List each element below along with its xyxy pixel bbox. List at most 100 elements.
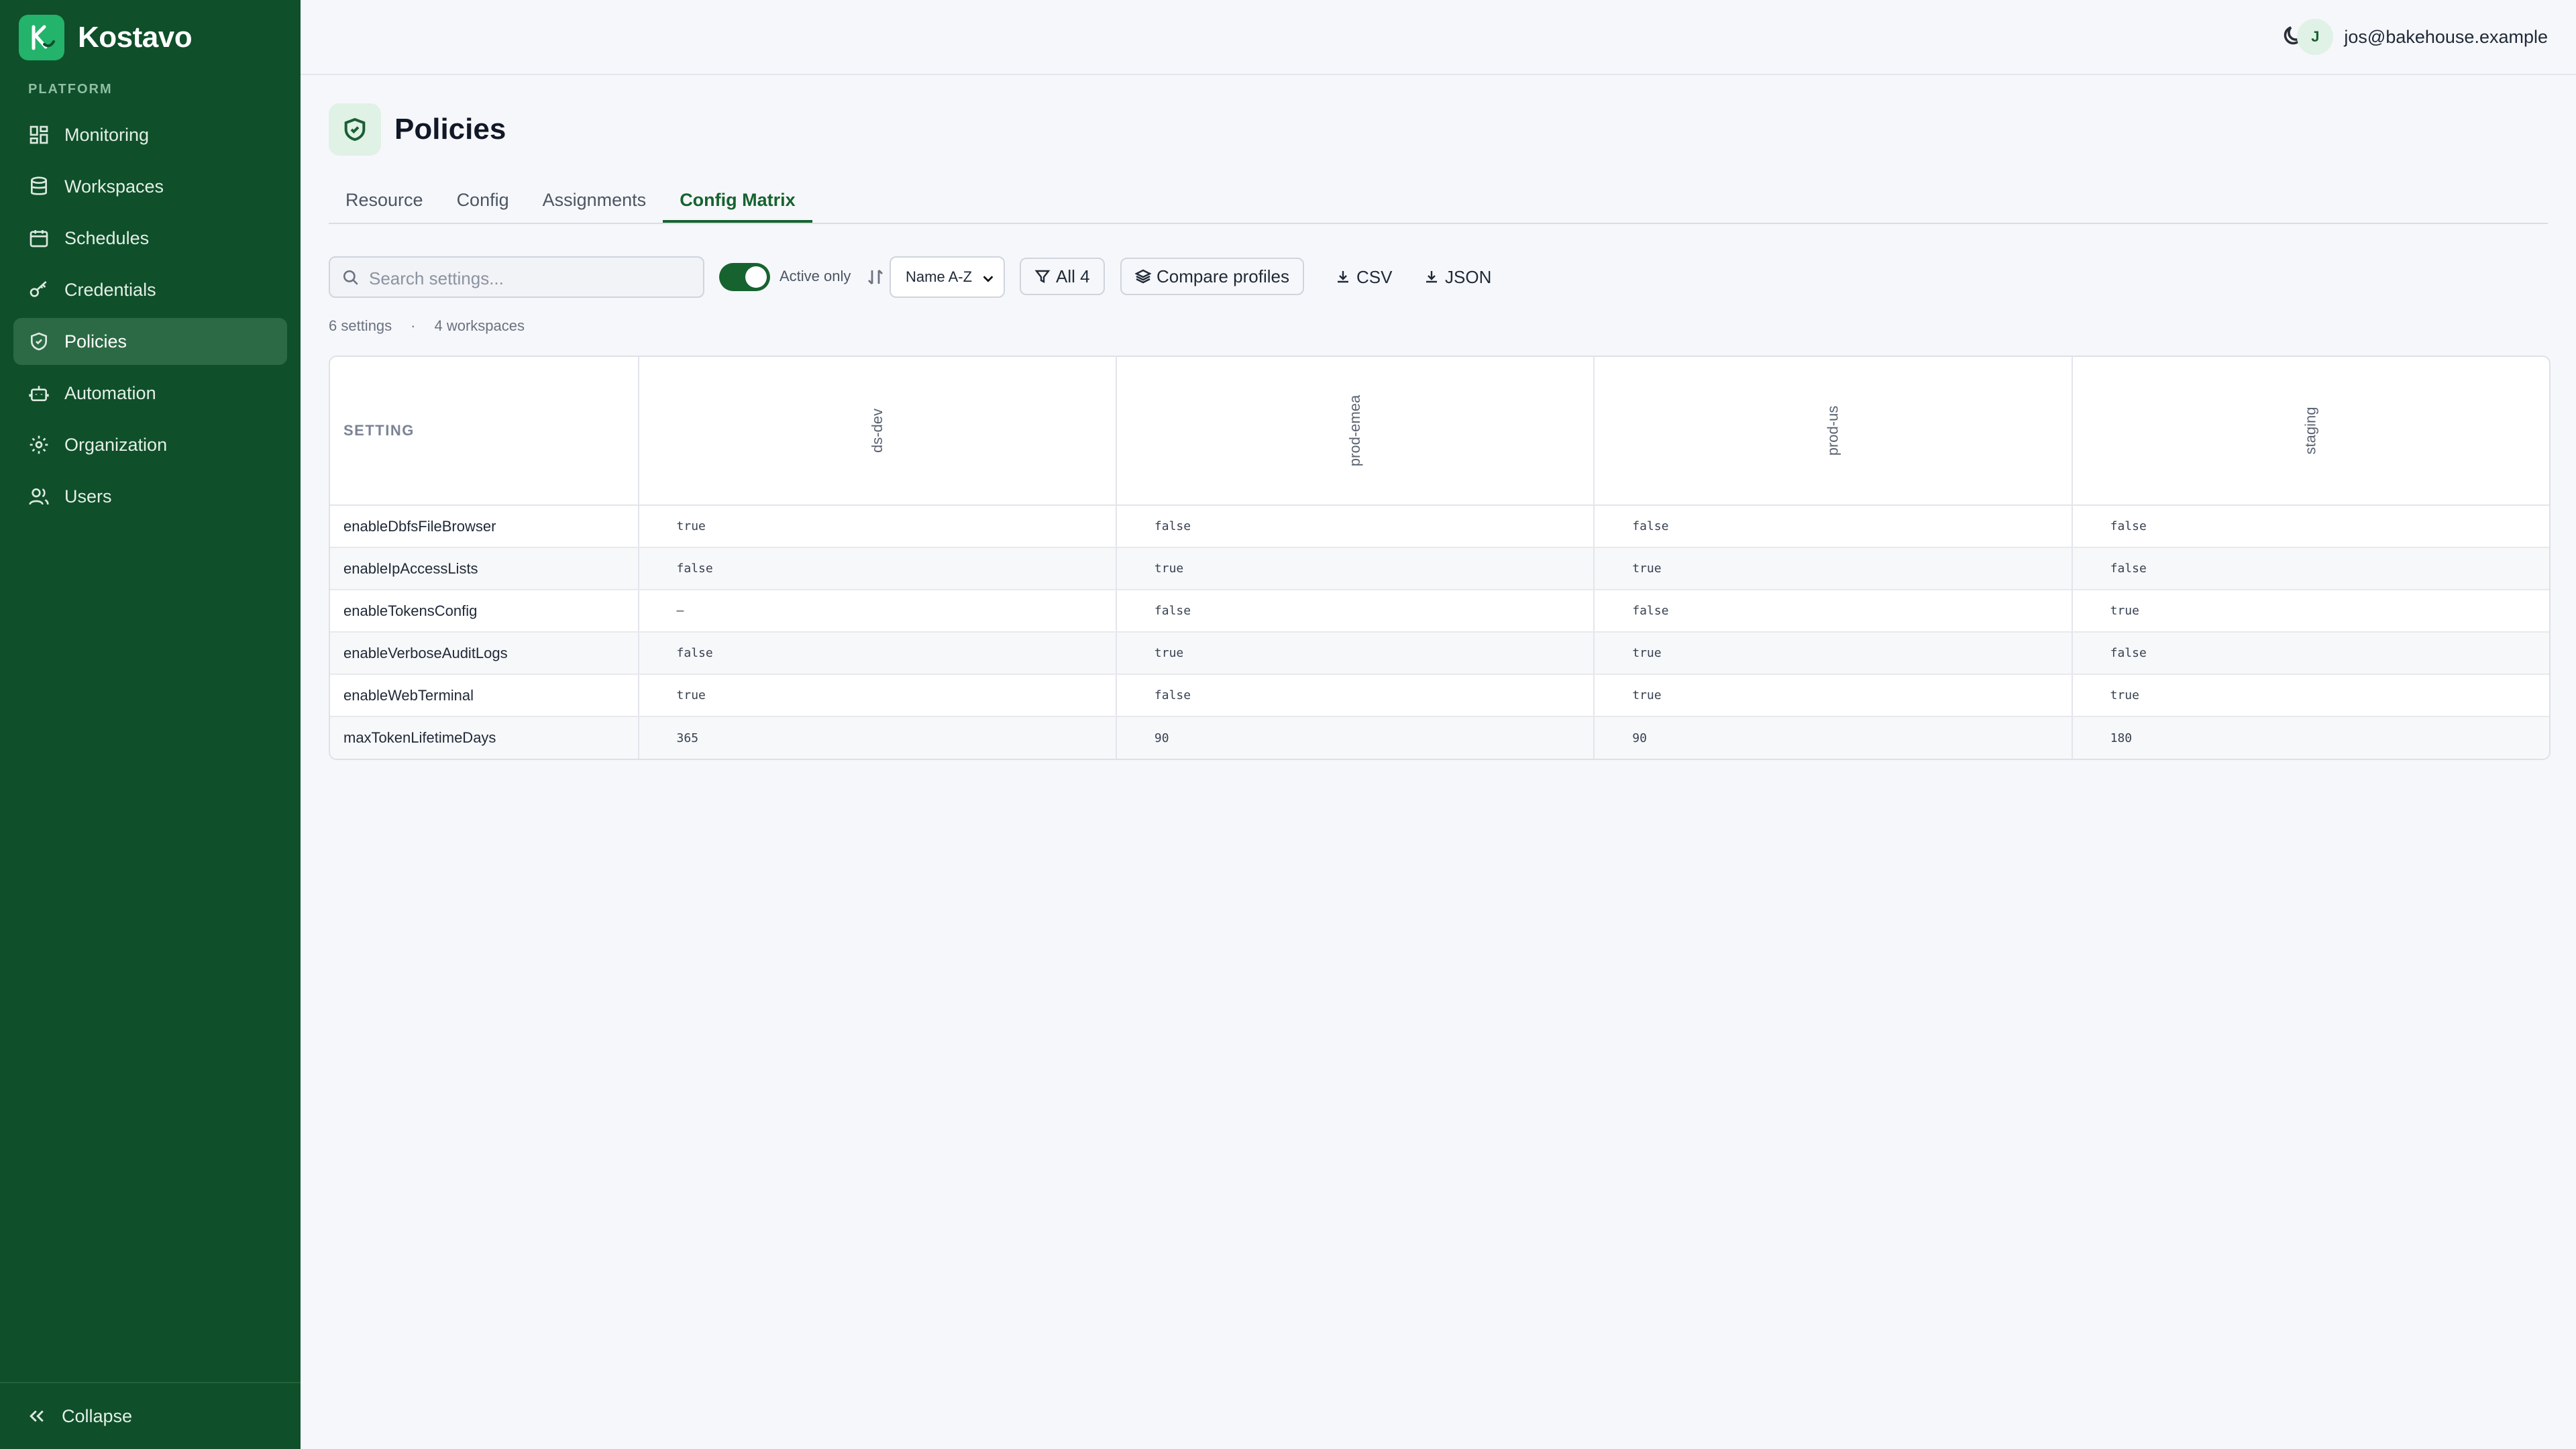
sidebar-item-label: Credentials xyxy=(64,279,156,300)
table-row[interactable]: enableTokensConfig – false false true xyxy=(330,590,2549,633)
export-json-label: JSON xyxy=(1445,266,1492,287)
sidebar-item-label: Users xyxy=(64,486,112,506)
sort-select-value: Name A-Z xyxy=(906,268,973,285)
tab-assignments[interactable]: Assignments xyxy=(526,180,663,221)
sidebar-section-label: PLATFORM xyxy=(28,82,113,97)
sidebar-item-policies[interactable]: Policies xyxy=(13,318,287,365)
sidebar: Kostavo PLATFORM Monitoring Workspaces S… xyxy=(0,0,301,1449)
workspace-column-header: staging xyxy=(2072,357,2549,506)
brand[interactable]: Kostavo xyxy=(19,15,193,60)
matrix-summary: 6 settings · 4 workspaces xyxy=(329,317,525,335)
chevrons-left-icon xyxy=(30,1410,44,1422)
dashboard-icon xyxy=(30,125,48,144)
tab-resource[interactable]: Resource xyxy=(329,180,440,221)
setting-value: true xyxy=(2072,674,2549,717)
tab-config-matrix[interactable]: Config Matrix xyxy=(663,180,812,223)
layers-icon xyxy=(1135,269,1151,284)
robot-icon xyxy=(29,386,49,401)
database-icon xyxy=(31,176,47,195)
setting-value: false xyxy=(2072,505,2549,548)
setting-value: true xyxy=(638,505,1117,548)
setting-value: false xyxy=(638,632,1117,675)
shield-icon xyxy=(329,103,381,156)
user-menu[interactable]: J jos@bakehouse.example xyxy=(2297,19,2548,55)
setting-column-header: SETTING xyxy=(330,357,639,506)
setting-name: enableIpAccessLists xyxy=(330,547,639,590)
workspace-name: prod-us xyxy=(1824,405,1841,456)
active-only-toggle[interactable] xyxy=(719,263,770,291)
setting-value: false xyxy=(1594,505,2073,548)
export-csv-button[interactable]: CSV xyxy=(1335,262,1392,292)
collapse-sidebar-button[interactable]: Collapse xyxy=(0,1382,301,1449)
key-icon xyxy=(30,281,47,297)
setting-value: true xyxy=(2072,590,2549,633)
sidebar-item-schedules[interactable]: Schedules xyxy=(13,215,287,262)
sidebar-item-credentials[interactable]: Credentials xyxy=(13,266,287,313)
sidebar-item-label: Workspaces xyxy=(64,176,164,197)
table-row[interactable]: enableDbfsFileBrowser true false false f… xyxy=(330,505,2549,548)
active-only-label: Active only xyxy=(780,268,851,284)
meta-separator: · xyxy=(411,317,416,334)
sidebar-item-users[interactable]: Users xyxy=(13,473,287,520)
sidebar-item-label: Monitoring xyxy=(64,124,150,145)
setting-name: enableWebTerminal xyxy=(330,674,639,717)
calendar-icon xyxy=(30,230,48,248)
export-csv-label: CSV xyxy=(1356,266,1393,287)
compare-profiles-button[interactable]: Compare profiles xyxy=(1120,258,1304,295)
workspace-column-header: prod-emea xyxy=(1116,357,1595,506)
avatar: J xyxy=(2297,19,2334,55)
setting-value: 90 xyxy=(1594,716,2073,759)
workspaces-count: 4 workspaces xyxy=(434,317,525,334)
table-row[interactable]: maxTokenLifetimeDays 365 90 90 180 xyxy=(330,716,2549,759)
setting-value: true xyxy=(1594,674,2073,717)
tab-config[interactable]: Config xyxy=(440,180,526,221)
setting-value: true xyxy=(1594,547,2073,590)
sidebar-item-organization[interactable]: Organization xyxy=(13,421,287,468)
sort-icon xyxy=(865,267,885,287)
brand-logo-icon xyxy=(19,15,64,60)
sidebar-item-label: Automation xyxy=(64,382,156,403)
search-input[interactable] xyxy=(368,263,692,294)
settings-count: 6 settings xyxy=(329,317,392,334)
setting-name: enableVerboseAuditLogs xyxy=(330,632,639,675)
config-matrix-table: SETTING ds-dev prod-emea prod-us staging… xyxy=(329,356,2551,760)
sidebar-item-label: Organization xyxy=(64,434,168,455)
collapse-label: Collapse xyxy=(62,1405,133,1426)
sidebar-item-label: Schedules xyxy=(64,227,150,248)
workspace-column-header: prod-us xyxy=(1594,357,2073,506)
workspace-name: staging xyxy=(2302,407,2319,455)
setting-value: false xyxy=(1116,590,1595,633)
setting-value: false xyxy=(1116,505,1595,548)
filter-button[interactable]: All 4 xyxy=(1020,258,1105,295)
sidebar-nav: Monitoring Workspaces Schedules Credenti… xyxy=(13,111,287,525)
chevron-down-icon xyxy=(983,276,994,282)
shield-icon xyxy=(31,332,47,351)
setting-name: enableDbfsFileBrowser xyxy=(330,505,639,548)
users-icon xyxy=(29,488,49,505)
setting-value: true xyxy=(1116,547,1595,590)
setting-value: 365 xyxy=(638,716,1117,759)
workspace-name: prod-emea xyxy=(1346,394,1364,467)
setting-value: 180 xyxy=(2110,731,2133,745)
setting-value: true xyxy=(1594,632,2073,675)
sidebar-item-automation[interactable]: Automation xyxy=(13,370,287,417)
setting-value: false xyxy=(1116,674,1595,717)
workspace-column-header: ds-dev xyxy=(638,357,1117,506)
sidebar-item-workspaces[interactable]: Workspaces xyxy=(13,163,287,210)
setting-name: enableTokensConfig xyxy=(330,590,639,633)
sort-select[interactable]: Name A-Z xyxy=(890,256,1005,298)
table-row[interactable]: enableIpAccessLists false true true fals… xyxy=(330,547,2549,590)
setting-value: false xyxy=(1594,590,2073,633)
sidebar-item-monitoring[interactable]: Monitoring xyxy=(13,111,287,158)
export-json-button[interactable]: JSON xyxy=(1424,262,1491,292)
search-icon xyxy=(343,270,358,285)
workspace-name: ds-dev xyxy=(868,408,885,453)
page-header: Policies xyxy=(329,103,506,156)
table-row[interactable]: enableWebTerminal true false true true xyxy=(330,674,2549,717)
table-row[interactable]: enableVerboseAuditLogs false true true f… xyxy=(330,632,2549,675)
filter-icon xyxy=(1034,270,1051,283)
top-bar: J jos@bakehouse.example xyxy=(301,0,2576,75)
setting-name: maxTokenLifetimeDays xyxy=(330,716,639,759)
setting-value: true xyxy=(1116,632,1595,675)
compare-profiles-label: Compare profiles xyxy=(1157,266,1289,286)
